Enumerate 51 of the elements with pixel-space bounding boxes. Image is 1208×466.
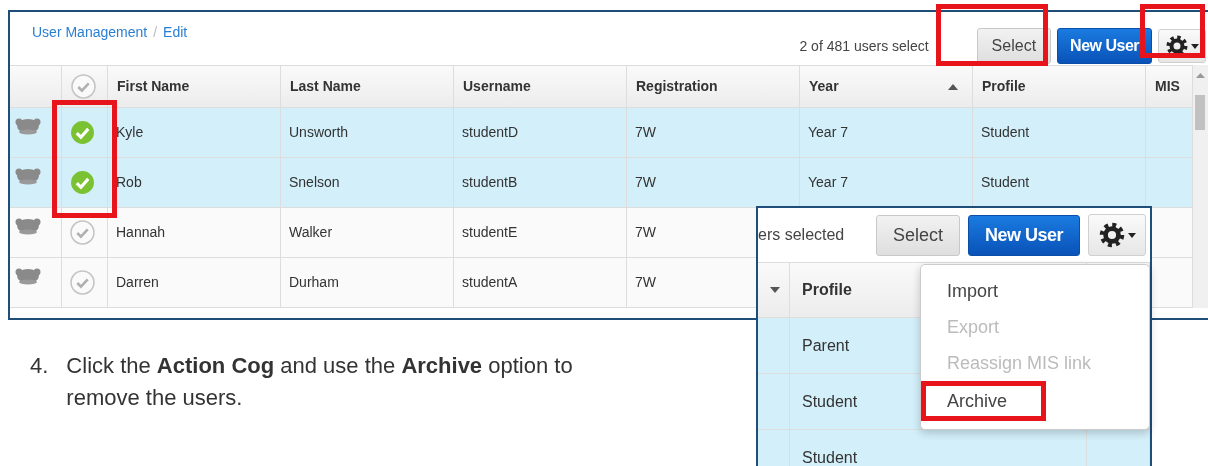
- selection-count: 2 of 481 users select: [799, 36, 929, 56]
- breadcrumb-link[interactable]: Edit: [163, 22, 188, 43]
- column-header[interactable]: Profile: [802, 278, 852, 302]
- table-cell: Student: [973, 108, 1146, 158]
- table-cell: studentB: [454, 158, 627, 208]
- table-cell: [1146, 158, 1193, 208]
- select-button[interactable]: Select: [976, 28, 1052, 64]
- new-user-button[interactable]: New User: [967, 214, 1080, 256]
- table-cell: Kyle: [108, 108, 281, 158]
- avatar-icon: [14, 116, 42, 136]
- table-cell: Durham: [281, 258, 454, 308]
- avatar-icon: [14, 216, 42, 236]
- column-header[interactable]: First Name: [117, 76, 190, 97]
- table-cell: Year 7: [800, 158, 973, 208]
- avatar-icon: [14, 266, 42, 286]
- step-number: 4.: [30, 352, 49, 380]
- menu-item[interactable]: Import: [921, 273, 1149, 309]
- gear-icon: [1098, 221, 1126, 249]
- column-header[interactable]: Last Name: [290, 76, 361, 97]
- instruction-text: Click the Action Cog and use the Archive option to remove the users.: [66, 352, 574, 412]
- table-cell: Walker: [281, 208, 454, 258]
- table-cell: Year 7: [800, 108, 973, 158]
- column-header[interactable]: Username: [463, 76, 531, 97]
- table-cell: studentE: [454, 208, 627, 258]
- breadcrumb-link[interactable]: User Management: [32, 22, 148, 43]
- table-cell: studentA: [454, 258, 627, 308]
- table-cell: Student: [973, 158, 1146, 208]
- table-cell: Snelson: [281, 158, 454, 208]
- table-cell: Student: [790, 430, 1087, 466]
- scrollbar[interactable]: [1193, 65, 1208, 308]
- table-cell: Rob: [108, 158, 281, 208]
- column-header[interactable]: Registration: [636, 76, 718, 97]
- table-cell: Hannah: [108, 208, 281, 258]
- new-user-button[interactable]: New User: [1057, 28, 1152, 64]
- column-header[interactable]: Year: [809, 76, 839, 97]
- scroll-up-icon: [1196, 73, 1205, 78]
- caret-icon: [1128, 232, 1136, 238]
- breadcrumb-separator: /: [153, 23, 158, 42]
- table-cell: Darren: [108, 258, 281, 308]
- caret-icon: [1191, 43, 1199, 49]
- scrollbar-thumb[interactable]: [1195, 95, 1205, 130]
- table-cell: 7W: [627, 108, 800, 158]
- table-cell: studentD: [454, 108, 627, 158]
- table-cell: 7W: [627, 158, 800, 208]
- column-header[interactable]: Profile: [982, 76, 1026, 97]
- select-button[interactable]: Select: [875, 214, 960, 256]
- settings-button[interactable]: [1088, 214, 1146, 256]
- table-cell: Unsworth: [281, 108, 454, 158]
- column-header[interactable]: MIS: [1155, 76, 1180, 97]
- avatar-icon: [14, 166, 42, 186]
- menu-item[interactable]: Archive: [921, 381, 1047, 421]
